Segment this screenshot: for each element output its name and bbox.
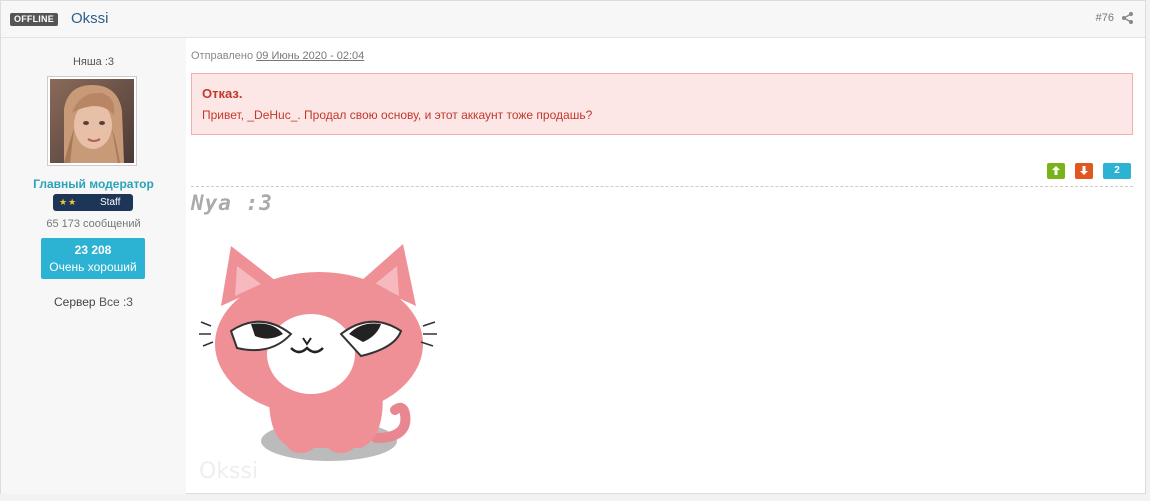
share-icon[interactable] [1122, 12, 1133, 27]
server-info: Сервер Все :3 [1, 295, 186, 309]
signature-cat-image: Okssi [191, 226, 448, 488]
reputation-label: Очень хороший [49, 260, 137, 274]
arrow-up-icon [1052, 166, 1060, 175]
signature-divider [191, 186, 1133, 187]
moderation-title: Отказ. [202, 86, 243, 101]
vote-down-button[interactable] [1075, 163, 1093, 179]
status-badge: OFFLINE [10, 13, 58, 26]
author-name-link[interactable]: Okssi [71, 10, 109, 27]
arrow-down-icon [1080, 166, 1088, 175]
post-date: Отправлено 09 Июнь 2020 - 02:04 [191, 50, 364, 62]
date-prefix: Отправлено [191, 50, 254, 62]
vote-up-button[interactable] [1047, 163, 1065, 179]
avatar[interactable] [47, 76, 137, 166]
signature-text: Nya :3 [191, 191, 273, 215]
moderation-message: Отказ. Привет, _DeHuc_. Продал свою осно… [191, 73, 1133, 135]
server-label: Сервер [54, 295, 96, 309]
reputation-box[interactable]: 23 208 Очень хороший [41, 238, 145, 279]
post-count: 65 173 сообщений [46, 218, 141, 230]
group-name: Главный модератор [33, 177, 154, 191]
user-title: Няша :3 [72, 56, 115, 68]
server-value: Все :3 [98, 295, 133, 309]
post-number-link[interactable]: #76 [1096, 12, 1114, 24]
staff-label: Staff [100, 197, 121, 208]
watermark-text: Okssi [199, 459, 258, 484]
reputation-value: 23 208 [74, 243, 112, 257]
author-sidebar: Няша :3 Главный модератор ★★ Staff 65 17… [1, 38, 186, 494]
post-content: Отправлено 09 Июнь 2020 - 02:04 Отказ. П… [191, 38, 1133, 494]
date-value[interactable]: 09 Июнь 2020 - 02:04 [256, 50, 364, 62]
stars-icon: ★★ [59, 197, 78, 207]
moderation-text: Привет, _DeHuc_. Продал свою основу, и э… [202, 108, 593, 122]
forum-post: OFFLINE Okssi #76 Няша :3 Главный модера… [0, 0, 1146, 494]
staff-badge: ★★ Staff [53, 194, 133, 211]
vote-count[interactable]: 2 [1103, 163, 1131, 179]
post-header: OFFLINE Okssi #76 [1, 1, 1145, 38]
